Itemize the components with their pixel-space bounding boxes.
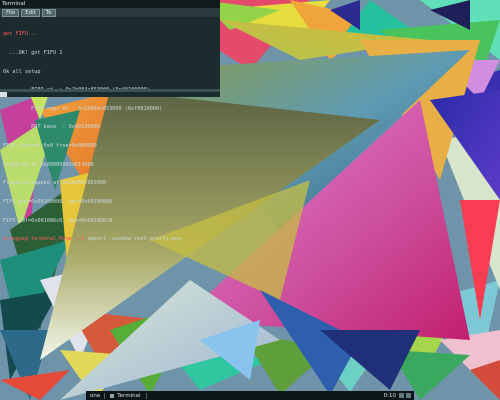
taskbar-task-terminal[interactable]: Terminal [105,392,147,399]
menu-edit[interactable]: Edit [21,8,40,17]
taskbar-task-label: Terminal [117,392,141,399]
terminal-scroll-edge [0,89,220,92]
tray-icon[interactable] [406,393,411,398]
terminal-menubar: File Edit Te [0,8,220,17]
tray-icon[interactable] [399,393,404,398]
terminal-output[interactable]: get FIFO... ...OK! got FIFO 1 Ok all set… [0,17,220,257]
menu-terminal[interactable]: Te [41,8,56,17]
terminal-line: FIFO current:0x0 free=0x400000 [3,143,97,150]
terminal-line: FIFO put=0x00100000, get=0x00100000 [3,198,113,205]
terminal-command-line[interactable]: arnegoe@ terminal_Home ~ $ import -windo… [3,236,217,242]
terminal-titlebar[interactable]: Terminal [0,0,220,8]
terminal-line: get FIFO... [3,31,38,38]
shell-prompt: arnegoe@ terminal_Home ~ $ [3,236,85,243]
taskbar: one Terminal 0:10 [86,391,414,400]
clock: 0:10 [383,392,396,399]
terminal-line: Fragprog mapped at 0x2b084c963000 [3,180,107,187]
terminal-line: Fragprog at 0x00000000d014800 [3,161,94,168]
terminal-title: Terminal [2,1,26,7]
terminal-line: Ok all setup [3,68,41,75]
menu-file[interactable]: File [2,8,20,17]
terminal-line: PUT base : 0x00130000 [3,124,100,131]
terminal-window[interactable]: Terminal File Edit Te get FIFO... ...OK!… [0,0,220,242]
workspace-switcher[interactable]: one [86,392,106,399]
terminal-cursor-block [0,92,7,97]
terminal-line: FIFO regs at : 0x2b084c853000 (0xf081000… [3,105,163,112]
system-tray [399,393,414,398]
terminal-line: ...OK! got FIFO 1 [3,50,63,57]
terminal-icon [110,393,115,398]
shell-command: import -window root pretty.png [84,236,182,243]
terminal-line: FIFO put=0x001006c0, get=0x001006c0 [3,217,113,224]
